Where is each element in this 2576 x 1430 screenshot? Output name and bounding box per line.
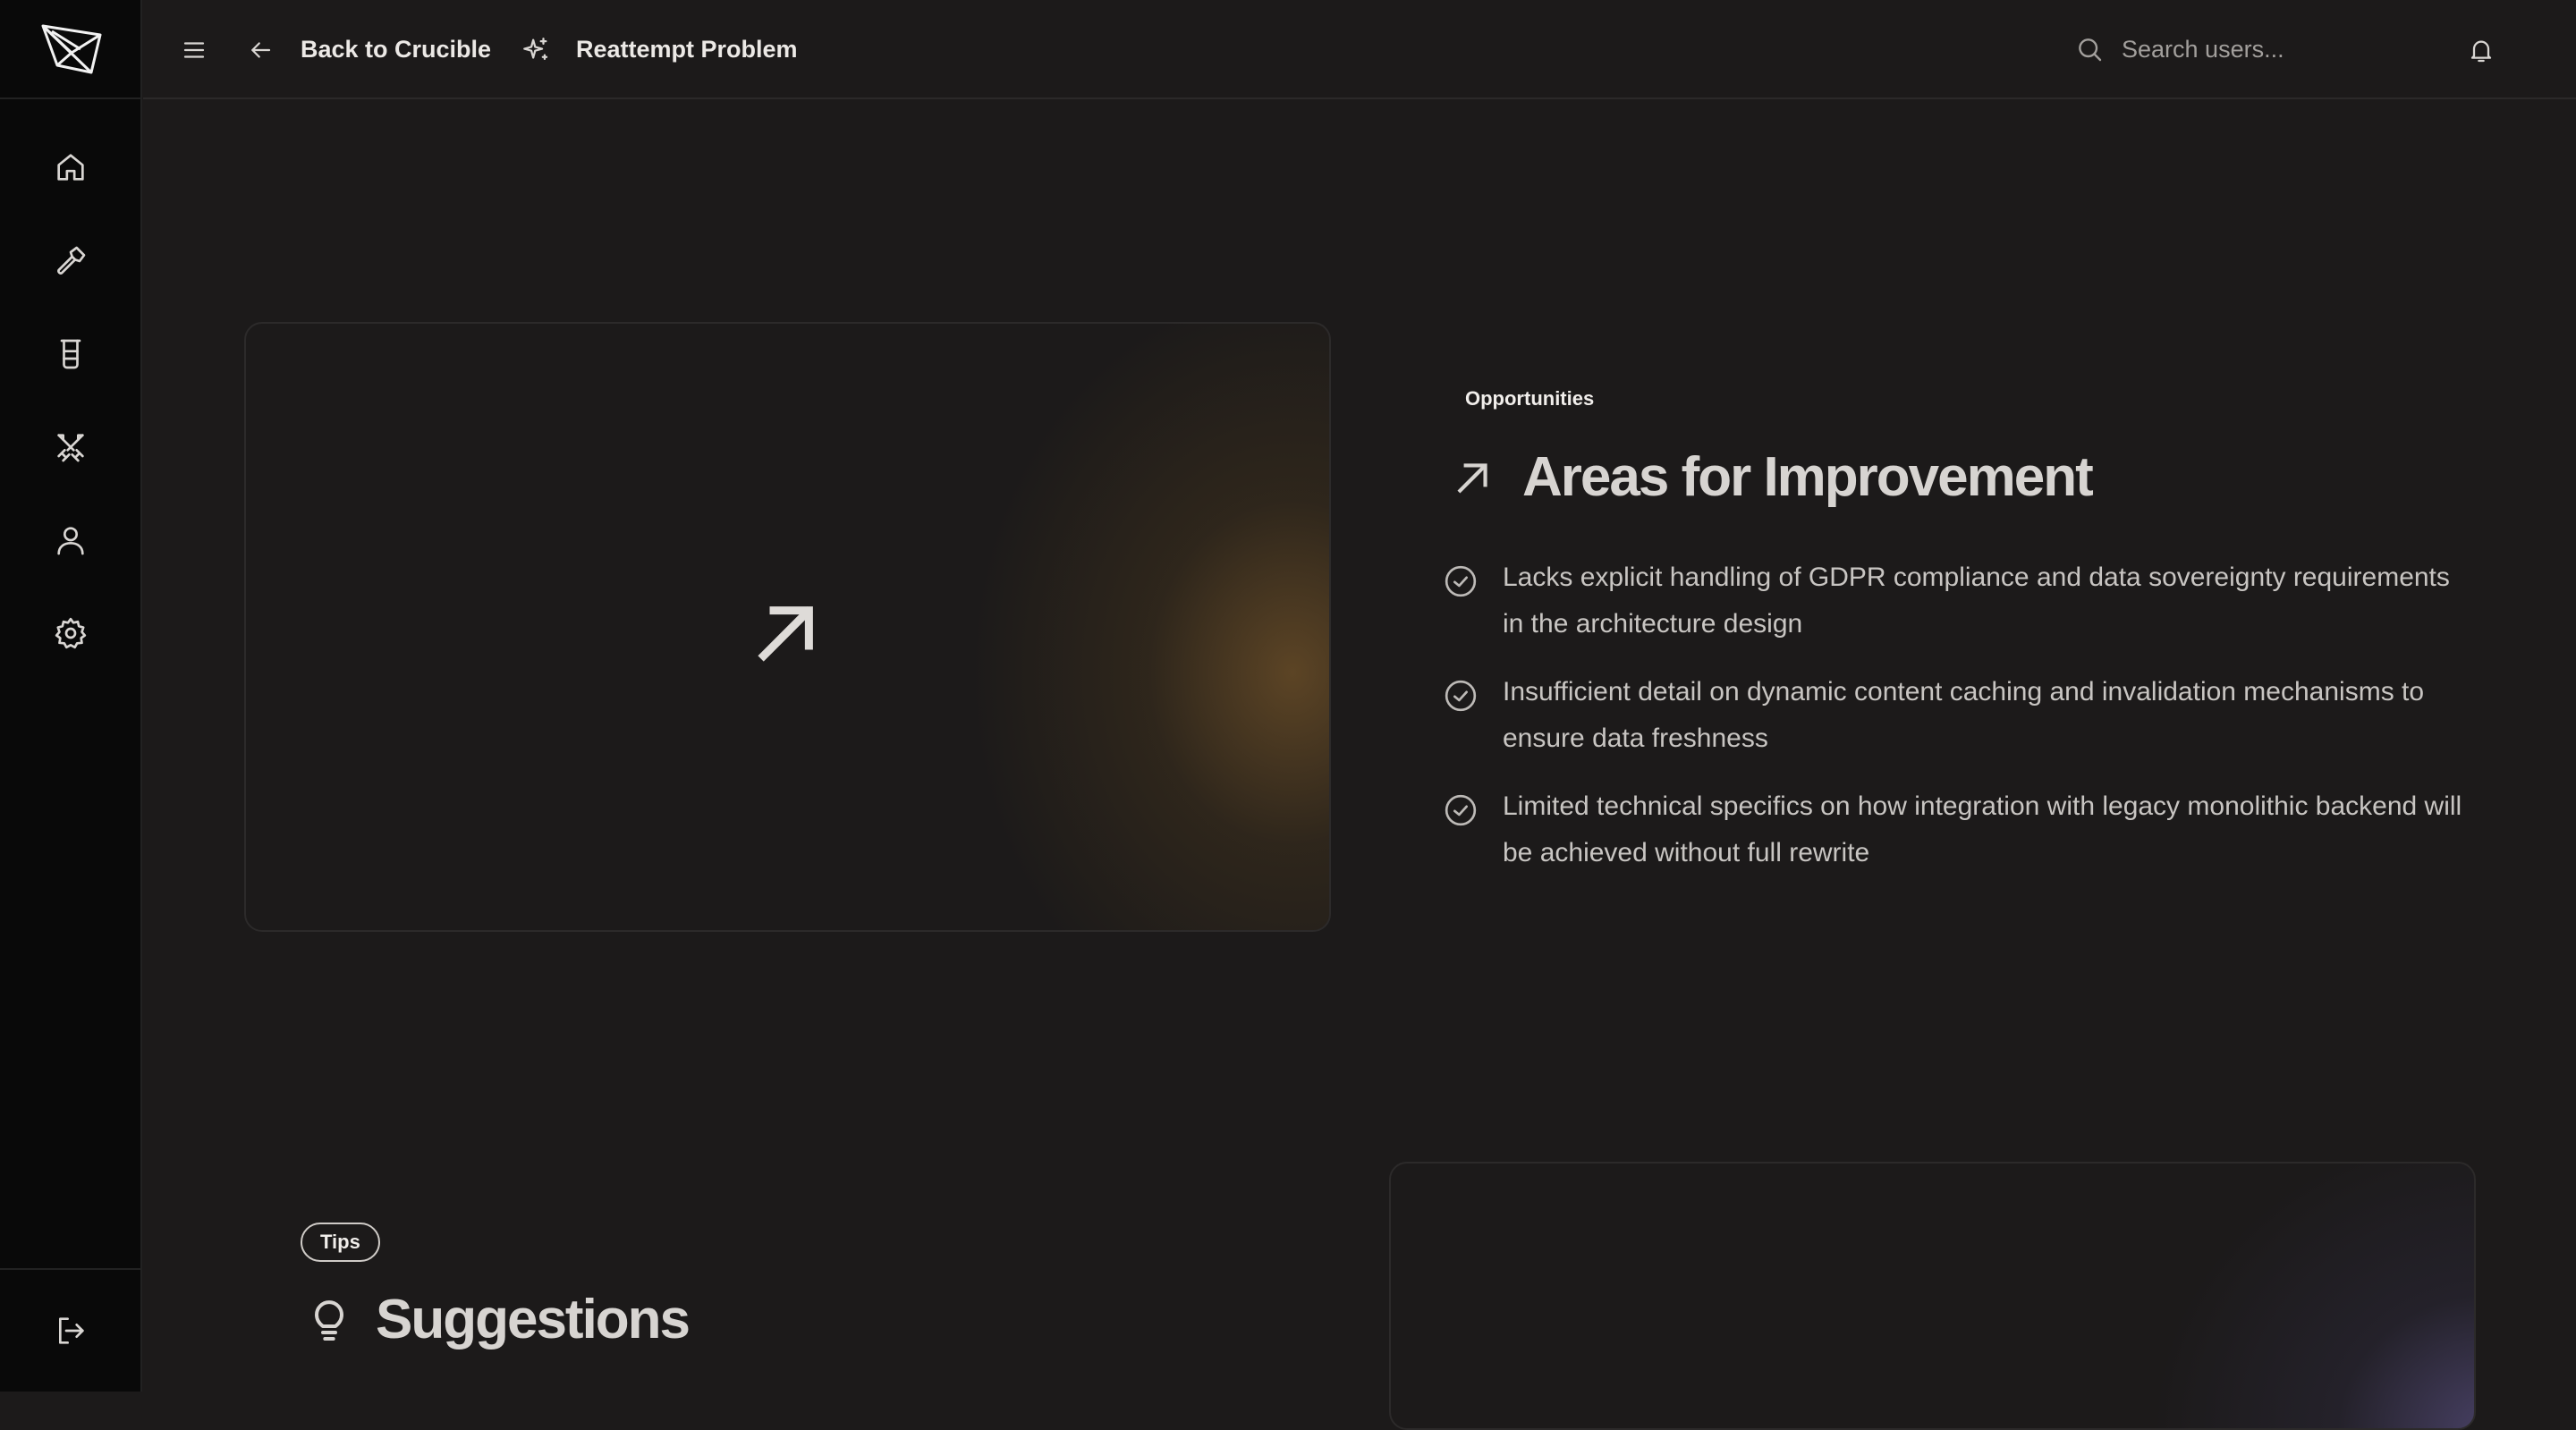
lightbulb-icon [315,1299,343,1341]
improvement-list: Lacks explicit handling of GDPR complian… [1443,554,2462,898]
opportunities-label: Opportunities [1465,387,1595,410]
list-item-text: Lacks explicit handling of GDPR complian… [1503,563,2450,639]
suggestions-heading: Suggestions [304,1288,691,1351]
suggestions-title: Suggestions [376,1289,691,1350]
arrow-left-icon [251,41,271,58]
sidebar-item-lab[interactable] [51,334,90,374]
notifications-button[interactable] [2467,0,2503,99]
sidebar-item-battles[interactable] [51,427,90,467]
list-item-text: Insufficient detail on dynamic content c… [1503,677,2425,753]
areas-for-improvement-heading: Areas for Improvement [1451,445,2094,509]
improvement-illustration-card [244,322,1331,932]
list-item: Insufficient detail on dynamic content c… [1443,669,2462,762]
page-title: Areas for Improvement [1522,446,2094,508]
search-icon [2079,38,2102,62]
reattempt-problem-button[interactable]: Reattempt Problem [521,0,798,99]
app-logo[interactable] [0,0,142,99]
hammer-icon [56,246,85,275]
search-input[interactable] [2120,34,2478,64]
user-icon [56,527,84,555]
list-item: Lacks explicit handling of GDPR complian… [1443,554,2462,647]
crucible-logo-icon [41,24,101,73]
logout-button[interactable] [51,1311,90,1350]
list-item: Limited technical specifics on how integ… [1443,783,2462,876]
top-bar: Back to Crucible Reattempt Problem [143,0,2576,99]
gear-icon [55,617,86,649]
beaker-icon [60,339,80,369]
sidebar-item-build[interactable] [51,241,90,281]
list-item-text: Limited technical specifics on how integ… [1503,791,2462,867]
reattempt-problem-label: Reattempt Problem [576,36,798,63]
sidebar-item-settings[interactable] [51,613,90,653]
hamburger-icon [183,41,205,58]
back-to-crucible-button[interactable]: Back to Crucible [247,0,491,99]
menu-button[interactable] [181,0,216,99]
check-circle-icon [1445,565,1477,597]
bell-icon [2470,40,2492,62]
sidebar-divider [0,1268,142,1270]
sparkles-icon [523,37,548,60]
sidebar-item-profile[interactable] [51,520,90,560]
back-to-crucible-label: Back to Crucible [301,36,492,63]
logout-icon [58,1317,84,1344]
check-circle-icon [1445,680,1477,712]
home-icon [56,154,84,181]
check-circle-icon [1445,794,1477,826]
sidebar [0,0,142,1392]
suggestions-illustration-card [1389,1162,2476,1430]
arrow-up-right-icon [758,606,813,662]
swords-icon [56,434,84,462]
sidebar-item-home[interactable] [51,148,90,187]
arrow-up-right-icon [1457,462,1487,494]
tips-badge: Tips [301,1223,380,1262]
